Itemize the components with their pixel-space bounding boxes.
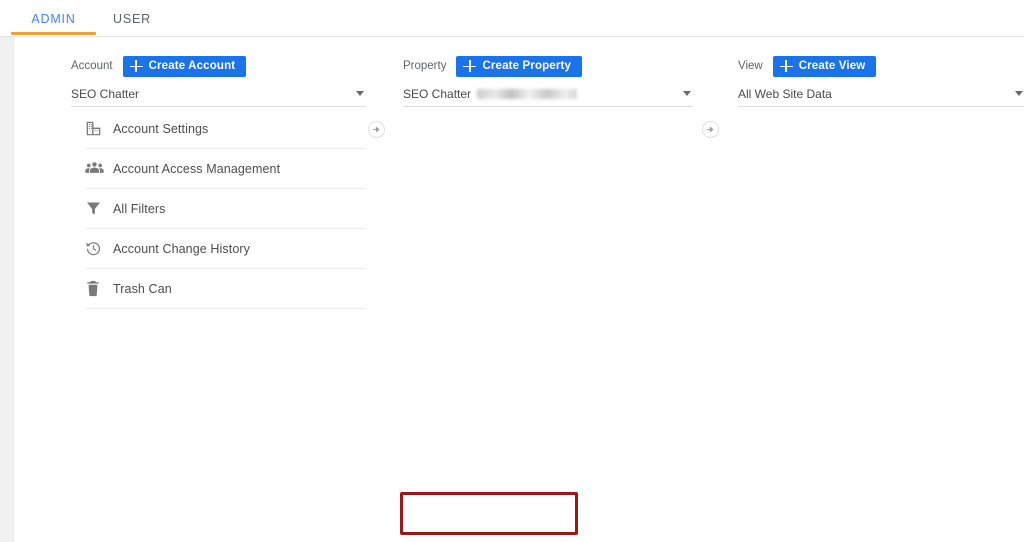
plus-icon xyxy=(129,60,143,73)
view-label: View xyxy=(738,60,763,72)
view-selector[interactable]: All Web Site Data xyxy=(738,81,1024,107)
tab-user-label: USER xyxy=(113,11,151,26)
nav-item-label: Trash Can xyxy=(113,281,172,296)
nav-item-account-change-history[interactable]: Account Change History xyxy=(85,229,366,269)
google-analytics-admin-screen: ADMIN USER Account Create Account SEO Ch… xyxy=(0,0,1024,542)
chevron-down-icon xyxy=(1015,91,1023,96)
building-icon xyxy=(85,118,113,140)
property-to-view-arrow[interactable] xyxy=(702,121,719,138)
create-view-button[interactable]: Create View xyxy=(772,55,877,77)
tab-active-indicator xyxy=(11,32,96,35)
redacted-property-id xyxy=(477,88,578,99)
property-header-row: Property Create Property xyxy=(403,55,583,77)
account-to-property-arrow[interactable] xyxy=(368,121,385,138)
column-property: Property Create Property SEO Chatter GA4… xyxy=(370,37,1024,542)
view-selector-value: All Web Site Data xyxy=(738,86,832,101)
trash-icon xyxy=(85,278,113,300)
account-header-row: Account Create Account xyxy=(71,55,247,77)
account-selector[interactable]: SEO Chatter xyxy=(71,81,366,107)
property-selector-value: SEO Chatter xyxy=(403,86,472,101)
nav-item-account-access-management[interactable]: Account Access Management xyxy=(85,149,366,189)
view-header-row: View Create View xyxy=(738,55,877,77)
people-icon xyxy=(85,158,113,180)
nav-item-label: Account Change History xyxy=(113,241,250,256)
create-account-button[interactable]: Create Account xyxy=(122,55,247,77)
page-left-gutter xyxy=(0,37,14,542)
property-label: Property xyxy=(403,60,447,72)
account-nav-list: Account Settings Account Access Manageme… xyxy=(85,109,366,309)
nav-item-trash-can[interactable]: Trash Can xyxy=(85,269,366,309)
create-account-button-label: Create Account xyxy=(148,60,236,72)
nav-item-label: Account Access Management xyxy=(113,161,281,176)
create-property-button[interactable]: Create Property xyxy=(456,55,583,77)
plus-icon xyxy=(779,60,793,73)
nav-item-label: All Filters xyxy=(113,201,166,216)
create-view-button-label: Create View xyxy=(798,60,866,72)
account-label: Account xyxy=(71,60,113,72)
create-property-button-label: Create Property xyxy=(482,60,572,72)
admin-user-tabbar: ADMIN USER xyxy=(0,0,1024,37)
funnel-icon xyxy=(85,198,113,220)
chevron-down-icon xyxy=(683,91,691,96)
tab-admin-label: ADMIN xyxy=(31,11,76,26)
nav-item-all-filters[interactable]: All Filters xyxy=(85,189,366,229)
plus-icon xyxy=(463,60,477,73)
account-selector-value: SEO Chatter xyxy=(71,86,140,101)
nav-item-label: Account Settings xyxy=(113,121,209,136)
chevron-down-icon xyxy=(356,91,364,96)
column-account: Account Create Account SEO Chatter Accou… xyxy=(15,37,370,542)
history-icon xyxy=(85,238,113,260)
property-selector[interactable]: SEO Chatter xyxy=(403,81,693,107)
column-view: View Create View All Web Site Data View … xyxy=(717,37,1024,542)
nav-item-account-settings[interactable]: Account Settings xyxy=(85,109,366,149)
tab-user[interactable]: USER xyxy=(96,0,168,37)
